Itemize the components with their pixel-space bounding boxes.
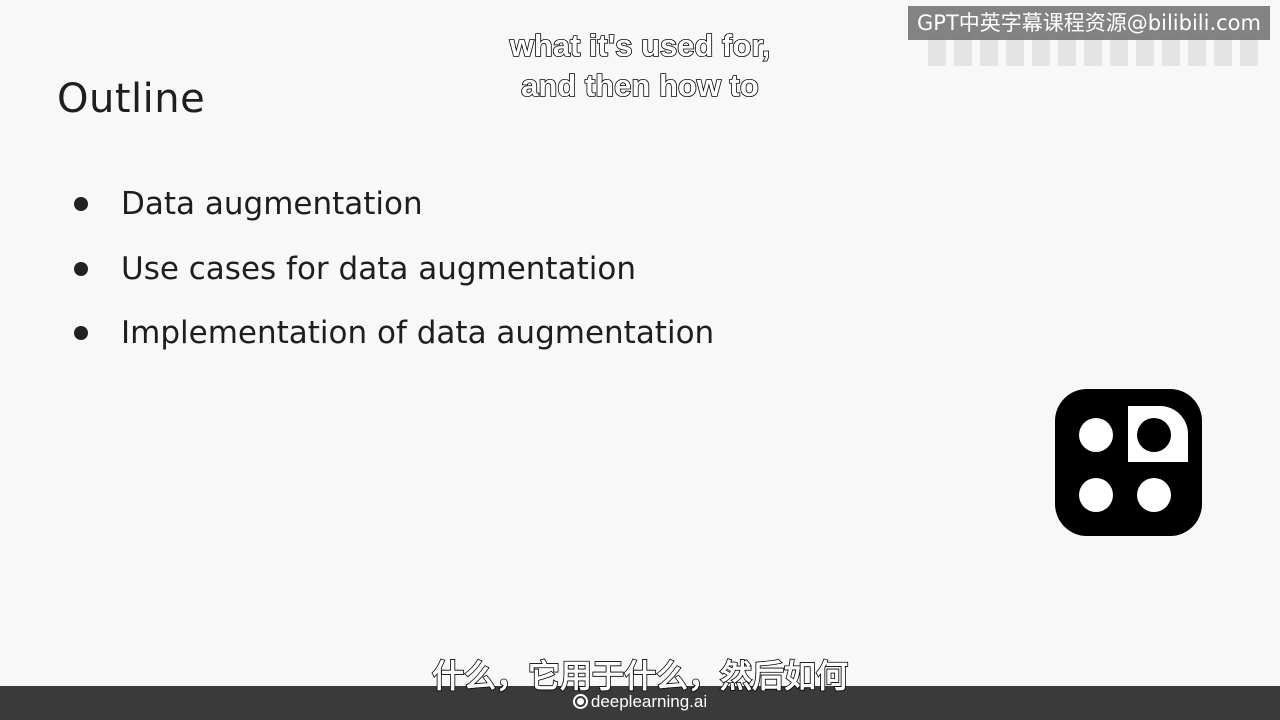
outline-item-text: Implementation of data augmentation: [121, 315, 715, 352]
outline-item: Use cases for data augmentation: [74, 237, 714, 302]
logo-dot: [1079, 418, 1113, 452]
bullet-icon: [74, 326, 88, 341]
logo-dot: [1079, 478, 1113, 512]
bullet-icon: [74, 197, 88, 212]
english-subtitle-line-2: and then how to: [520, 67, 759, 104]
outline-item: Data augmentation: [74, 172, 714, 237]
outline-item-text: Use cases for data augmentation: [121, 250, 636, 287]
footer-brand-text: deeplearning.ai: [590, 692, 708, 711]
logo-dot: [1137, 478, 1171, 512]
outline-list: Data augmentation Use cases for data aug…: [74, 172, 714, 366]
dots-tile-icon: [1055, 389, 1202, 536]
outline-item-text: Data augmentation: [121, 186, 423, 223]
deeplearning-logo-icon: [572, 694, 588, 709]
logo-quad: [1128, 406, 1188, 462]
english-subtitle-line-1: what it's used for,: [509, 27, 771, 64]
footer-brand: deeplearning.ai: [0, 692, 1280, 712]
outline-item: Implementation of data augmentation: [74, 301, 714, 366]
chinese-subtitle: 什么，它用于什么，然后如何: [431, 656, 849, 696]
bullet-icon: [74, 261, 88, 276]
logo-dot: [1137, 418, 1171, 452]
